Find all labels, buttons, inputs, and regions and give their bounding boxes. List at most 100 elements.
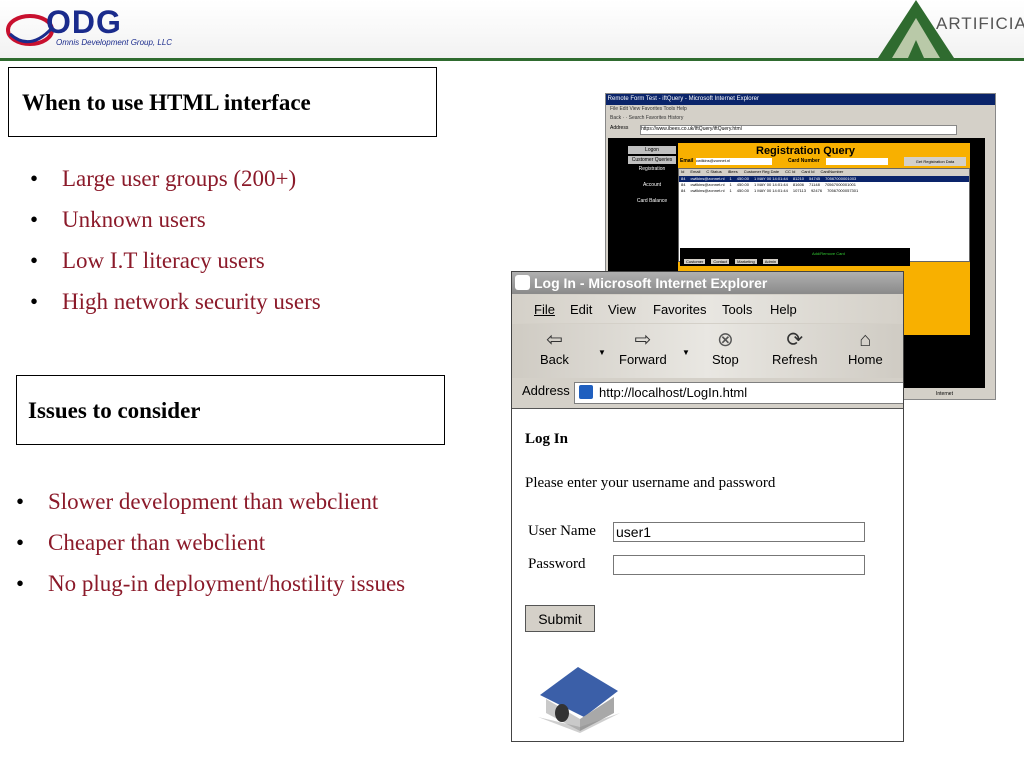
get-registration-button[interactable]: Get Registration Data — [904, 157, 966, 166]
table-row[interactable]: 84 cwilkins@zonnet.nl 1 450.00 1 MAY 00 … — [679, 188, 969, 194]
column-header: CC Id — [785, 169, 796, 174]
cell: 450.00 — [736, 188, 749, 193]
email-field[interactable]: cwilkins@zonnet.nl — [696, 158, 772, 165]
address-label: Address — [522, 383, 570, 398]
refresh-button[interactable]: ⟳ Refresh — [772, 328, 818, 367]
cell: 70567000057301 — [827, 188, 859, 193]
list-item: Low I.T literacy users — [26, 240, 321, 281]
section-title-box: When to use HTML interface — [8, 67, 437, 137]
sidebar-item[interactable]: Customer Queries — [628, 156, 676, 164]
column-header: Id — [681, 169, 685, 174]
sidebar: Logon Customer Queries Registration Acco… — [628, 146, 676, 214]
menu-favorites[interactable]: Favorites — [653, 302, 706, 317]
page-title: Log In — [525, 431, 568, 447]
slide-header: ODG Omnis Development Group, LLC ARTIFIC… — [0, 0, 1024, 58]
list-item: Cheaper than webclient — [16, 522, 476, 563]
login-prompt: Please enter your username and password — [525, 475, 776, 491]
menu-bar: File Edit View Favorites Tools Help — [610, 106, 687, 112]
tabs: Customer Contact Marketing Admin — [684, 259, 779, 264]
list-item: Slower development than webclient — [16, 481, 476, 522]
cell: 84 — [681, 188, 686, 193]
menu-help[interactable]: Help — [770, 302, 797, 317]
page-icon — [579, 385, 593, 399]
window-title-bar: Remote Form Test - iftQuery - Microsoft … — [606, 94, 995, 105]
address-field[interactable]: https://www.ibees.co.uk/IftQuery/iftQuer… — [640, 125, 957, 135]
section-title: When to use HTML interface — [22, 90, 311, 115]
sidebar-item[interactable]: Logon — [628, 146, 676, 154]
section-title: Issues to consider — [28, 398, 201, 423]
window-title: Log In - Microsoft Internet Explorer — [534, 275, 768, 291]
cell: 1 MAY 00 14:01:44 — [754, 188, 788, 193]
card-number-label: Card Number — [788, 158, 820, 164]
back-dropdown-icon[interactable]: ▼ — [598, 348, 606, 357]
odg-logo-text: ODG — [46, 4, 122, 40]
submit-button[interactable]: Submit — [525, 605, 595, 632]
column-header: Customer Reg Date — [743, 169, 780, 174]
password-input[interactable] — [613, 555, 865, 575]
list-item: Large user groups (200+) — [26, 158, 321, 199]
toolbar: ⇦ Back ▼ ⇨ Forward ▼ ⊗ Stop ⟳ Refresh ⌂ Home — [512, 324, 903, 378]
panel-heading: Registration Query — [756, 145, 856, 157]
column-header: iBees — [727, 169, 738, 174]
menu-tools[interactable]: Tools — [722, 302, 752, 317]
home-label: Home — [848, 352, 883, 367]
artificia-logo-text: ARTIFICIA — [936, 14, 1024, 33]
list-item: No plug-in deployment/hostility issues — [16, 563, 476, 600]
card-number-field[interactable] — [826, 158, 888, 165]
back-label: Back — [540, 352, 569, 367]
header-divider — [0, 58, 1024, 61]
cell: 92476 — [810, 188, 823, 193]
tab-admin[interactable]: Admin — [762, 259, 779, 264]
refresh-icon: ⟳ — [786, 329, 804, 351]
bullet-list: Slower development than webclient Cheape… — [16, 481, 476, 600]
login-page: Log In Please enter your username and pa… — [512, 408, 903, 741]
address-url: https://www.ibees.co.uk/IftQuery/iftQuer… — [641, 126, 742, 132]
ie-icon — [515, 275, 530, 290]
status-zone: Internet — [936, 391, 953, 397]
window-title: Remote Form Test - iftQuery - Microsoft … — [607, 96, 759, 102]
list-item: High network security users — [26, 281, 321, 322]
column-header: C Status — [706, 169, 722, 174]
sidebar-item[interactable]: Account — [628, 182, 676, 188]
column-header: Email — [690, 169, 701, 174]
stop-icon: ⊗ — [716, 329, 734, 351]
email-label: Email — [680, 158, 694, 164]
cell: 107113 — [792, 188, 806, 193]
table-header: Id Email C Status iBees Customer Reg Dat… — [679, 169, 969, 176]
back-button[interactable]: ⇦ Back — [540, 328, 569, 367]
toolbar: Back · · Search Favorites History — [610, 115, 684, 121]
section-title-box: Issues to consider — [16, 375, 445, 445]
forward-button[interactable]: ⇨ Forward — [619, 328, 667, 367]
add-remove-card-button[interactable]: Add/Remove Card — [812, 251, 845, 256]
column-header: Card Id — [801, 169, 815, 174]
sidebar-item[interactable]: Card Balance — [628, 198, 676, 204]
window-title-bar: Log In - Microsoft Internet Explorer — [512, 272, 903, 294]
address-bar: Address https://www.ibees.co.uk/IftQuery… — [610, 125, 990, 135]
login-browser-window: Log In - Microsoft Internet Explorer Fil… — [511, 271, 904, 742]
username-label: User Name — [528, 523, 596, 539]
username-input[interactable] — [613, 522, 865, 542]
tab-customer[interactable]: Customer — [684, 259, 706, 264]
menu-edit[interactable]: Edit — [570, 302, 592, 317]
stop-label: Stop — [712, 352, 739, 367]
cell: 1 — [729, 188, 732, 193]
address-label: Address — [610, 125, 629, 131]
forward-label: Forward — [619, 352, 667, 367]
sidebar-item[interactable]: Registration — [628, 166, 676, 172]
home-button[interactable]: ⌂ Home — [848, 328, 883, 367]
tab-marketing[interactable]: Marketing — [735, 259, 757, 264]
password-label: Password — [528, 556, 586, 572]
stop-button[interactable]: ⊗ Stop — [712, 328, 739, 367]
bullet-list: Large user groups (200+) Unknown users L… — [26, 158, 321, 322]
forward-dropdown-icon[interactable]: ▼ — [682, 348, 690, 357]
refresh-label: Refresh — [772, 352, 818, 367]
menu-file[interactable]: File — [534, 302, 555, 317]
odg-tagline: Omnis Development Group, LLC — [56, 38, 173, 47]
tab-contact[interactable]: Contact — [711, 259, 730, 264]
address-field[interactable]: http://localhost/LogIn.html — [574, 382, 903, 404]
menu-view[interactable]: View — [608, 302, 636, 317]
menu-bar: File Edit View Favorites Tools Help — [512, 295, 903, 323]
address-url: http://localhost/LogIn.html — [599, 385, 748, 400]
forward-arrow-icon: ⇨ — [634, 329, 652, 351]
address-bar: Address http://localhost/LogIn.html — [512, 379, 903, 406]
